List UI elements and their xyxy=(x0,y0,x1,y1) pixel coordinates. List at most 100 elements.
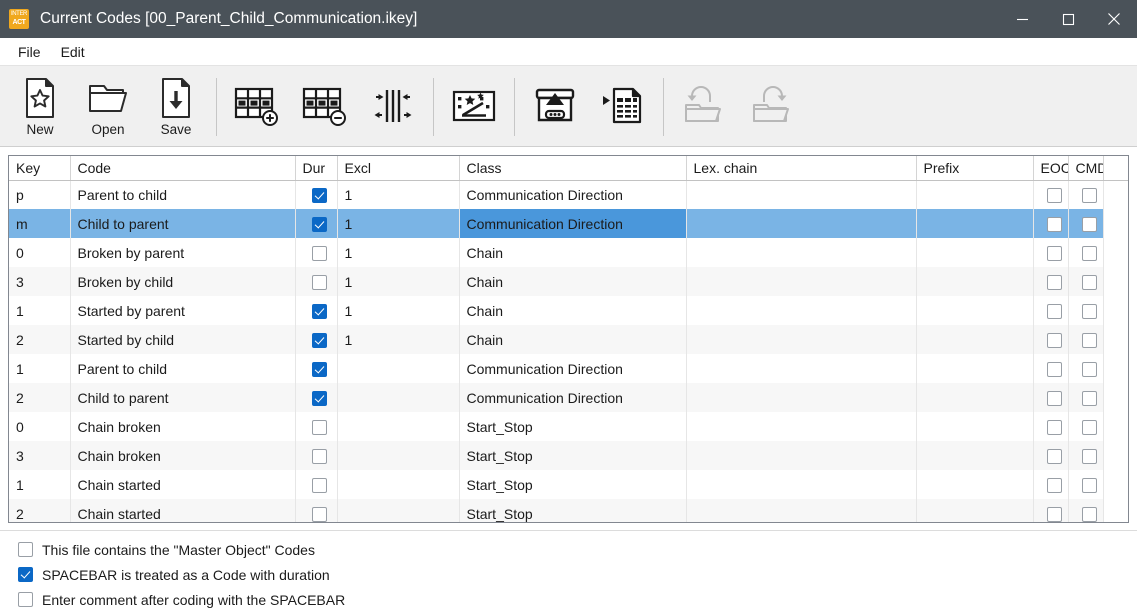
cell-lex_chain[interactable] xyxy=(686,296,917,325)
cell-cmd-box[interactable] xyxy=(1081,245,1097,261)
column-header-eoc[interactable]: EOC xyxy=(1033,156,1069,181)
cell-eoc[interactable] xyxy=(1033,325,1069,354)
cell-lex_chain[interactable] xyxy=(686,325,917,354)
cell-eoc[interactable] xyxy=(1033,267,1069,296)
cell-dur-box[interactable] xyxy=(312,188,327,204)
open-button[interactable]: Open xyxy=(74,66,142,146)
cell-dur-box[interactable] xyxy=(312,448,327,464)
cell-eoc-box[interactable] xyxy=(1046,303,1062,319)
cell-class[interactable]: Start_Stop xyxy=(459,441,687,470)
cell-class[interactable]: Communication Direction xyxy=(459,209,687,238)
cell-eoc-box[interactable] xyxy=(1046,216,1062,232)
cell-class[interactable]: Chain xyxy=(459,238,687,267)
cell-lex_chain[interactable] xyxy=(686,267,917,296)
cell-eoc[interactable] xyxy=(1033,499,1069,522)
menu-item-file[interactable]: File xyxy=(8,41,51,63)
table-row[interactable]: 2 Started by child 1 Chain xyxy=(9,325,1128,354)
cell-cmd-box[interactable] xyxy=(1081,477,1097,493)
cell-key[interactable]: 1 xyxy=(9,354,71,383)
cell-dur[interactable] xyxy=(295,238,338,267)
cell-code[interactable]: Parent to child xyxy=(70,180,296,209)
cell-class[interactable]: Chain xyxy=(459,267,687,296)
cell-code[interactable]: Chain broken xyxy=(70,412,296,441)
cell-code[interactable]: Chain started xyxy=(70,499,296,522)
cell-excl[interactable] xyxy=(337,354,460,383)
cell-lex_chain[interactable] xyxy=(686,499,917,522)
cell-class[interactable]: Communication Direction xyxy=(459,180,687,209)
cell-cmd[interactable] xyxy=(1068,412,1104,441)
comment-after-spacebar-checkbox[interactable]: Enter comment after coding with the SPAC… xyxy=(18,587,1137,612)
cell-dur[interactable] xyxy=(295,325,338,354)
cell-code[interactable]: Chain broken xyxy=(70,441,296,470)
cell-excl[interactable]: 1 xyxy=(337,209,460,238)
cell-class[interactable]: Start_Stop xyxy=(459,412,687,441)
table-row[interactable]: m Child to parent 1 Communication Direction xyxy=(9,209,1128,238)
cell-dur-box[interactable] xyxy=(312,390,327,406)
cell-cmd[interactable] xyxy=(1068,383,1104,412)
cell-excl[interactable] xyxy=(337,383,460,412)
cell-eoc-box[interactable] xyxy=(1046,245,1062,261)
cell-cmd[interactable] xyxy=(1068,296,1104,325)
cell-eoc[interactable] xyxy=(1033,354,1069,383)
cell-dur-box[interactable] xyxy=(312,245,327,261)
cell-cmd[interactable] xyxy=(1068,470,1104,499)
master-object-codes-checkbox[interactable]: This file contains the "Master Object" C… xyxy=(18,537,1137,562)
table-row[interactable]: 1 Parent to child Communication Direction xyxy=(9,354,1128,383)
table-row[interactable]: 0 Broken by parent 1 Chain xyxy=(9,238,1128,267)
cell-dur[interactable] xyxy=(295,499,338,522)
cell-code[interactable]: Started by parent xyxy=(70,296,296,325)
cell-dur-box[interactable] xyxy=(312,332,327,348)
cell-prefix[interactable] xyxy=(916,499,1034,522)
column-header-prefix[interactable]: Prefix xyxy=(916,156,1034,181)
cell-prefix[interactable] xyxy=(916,325,1034,354)
cell-lex_chain[interactable] xyxy=(686,238,917,267)
cell-key[interactable]: 2 xyxy=(9,325,71,354)
cell-cmd-box[interactable] xyxy=(1081,419,1097,435)
column-header-cmd[interactable]: CMD xyxy=(1068,156,1104,181)
cell-dur-box[interactable] xyxy=(312,419,327,435)
table-row[interactable]: 2 Chain started Start_Stop xyxy=(9,499,1128,522)
new-button[interactable]: New xyxy=(6,66,74,146)
cell-code[interactable]: Child to parent xyxy=(70,209,296,238)
cell-dur-box[interactable] xyxy=(312,506,327,522)
cell-cmd[interactable] xyxy=(1068,325,1104,354)
cell-key[interactable]: m xyxy=(9,209,71,238)
undo-folder-button[interactable] xyxy=(670,66,738,146)
minimize-button[interactable] xyxy=(999,0,1045,38)
add-row-button[interactable] xyxy=(223,66,291,146)
column-header-lex-chain[interactable]: Lex. chain xyxy=(686,156,917,181)
cell-dur-box[interactable] xyxy=(312,303,327,319)
cell-lex_chain[interactable] xyxy=(686,180,917,209)
cell-dur-box[interactable] xyxy=(312,216,327,232)
column-header-excl[interactable]: Excl xyxy=(337,156,460,181)
redo-folder-button[interactable] xyxy=(738,66,806,146)
cell-cmd[interactable] xyxy=(1068,499,1104,522)
cell-lex_chain[interactable] xyxy=(686,354,917,383)
cell-prefix[interactable] xyxy=(916,209,1034,238)
cell-eoc[interactable] xyxy=(1033,296,1069,325)
cell-code[interactable]: Broken by child xyxy=(70,267,296,296)
cell-dur-box[interactable] xyxy=(312,477,327,493)
column-header-code[interactable]: Code xyxy=(70,156,296,181)
cell-lex_chain[interactable] xyxy=(686,470,917,499)
cell-eoc-box[interactable] xyxy=(1046,188,1062,204)
master-object-codes-checkbox-box[interactable] xyxy=(18,542,33,557)
column-header-class[interactable]: Class xyxy=(459,156,687,181)
cell-key[interactable]: 0 xyxy=(9,238,71,267)
cell-excl[interactable]: 1 xyxy=(337,180,460,209)
cell-cmd-box[interactable] xyxy=(1081,390,1097,406)
cell-code[interactable]: Started by child xyxy=(70,325,296,354)
cell-dur[interactable] xyxy=(295,470,338,499)
cell-cmd[interactable] xyxy=(1068,441,1104,470)
cell-key[interactable]: 3 xyxy=(9,267,71,296)
cell-dur[interactable] xyxy=(295,354,338,383)
cell-code[interactable]: Broken by parent xyxy=(70,238,296,267)
close-button[interactable] xyxy=(1091,0,1137,38)
cell-class[interactable]: Chain xyxy=(459,325,687,354)
cell-cmd[interactable] xyxy=(1068,209,1104,238)
cell-dur[interactable] xyxy=(295,412,338,441)
cell-cmd-box[interactable] xyxy=(1081,274,1097,290)
table-row[interactable]: 3 Broken by child 1 Chain xyxy=(9,267,1128,296)
cell-dur-box[interactable] xyxy=(312,274,327,290)
cell-prefix[interactable] xyxy=(916,267,1034,296)
